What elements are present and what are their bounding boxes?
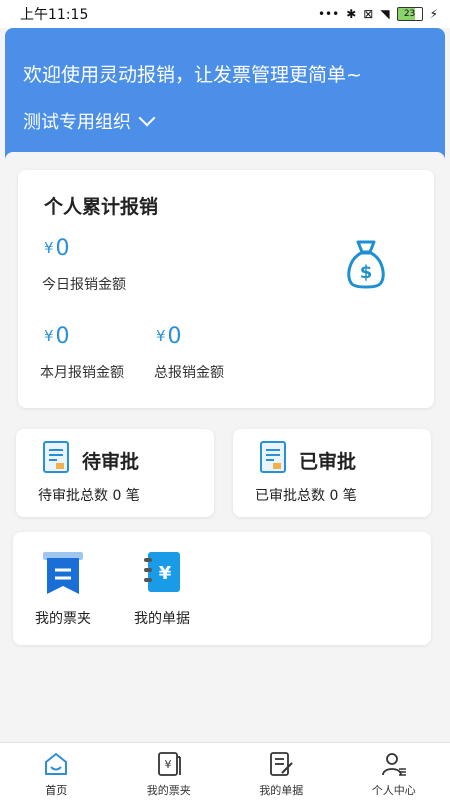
pending-approval-card[interactable]: 待审批 待审批总数 0 笔 bbox=[16, 429, 214, 517]
approved-card[interactable]: 已审批 已审批总数 0 笔 bbox=[233, 429, 431, 517]
document-yen-icon: ¥ bbox=[140, 550, 184, 596]
tab-label: 个人中心 bbox=[372, 782, 416, 798]
month-label: 本月报销金额 bbox=[40, 362, 124, 382]
tab-label: 首页 bbox=[45, 782, 67, 798]
org-selector[interactable]: 测试专用组织 bbox=[23, 108, 153, 134]
pending-doc-icon bbox=[43, 441, 69, 473]
tools-card: 我的票夹 ¥ 我的单据 bbox=[13, 532, 431, 645]
chevron-down-icon bbox=[139, 110, 156, 127]
wifi-icon: ◥ bbox=[380, 7, 389, 21]
pending-title: 待审批 bbox=[82, 447, 139, 474]
month-amount: ¥0 bbox=[44, 324, 70, 349]
currency-symbol: ¥ bbox=[44, 239, 54, 257]
receipt-icon: ¥ bbox=[156, 751, 182, 777]
svg-text:¥: ¥ bbox=[164, 758, 171, 771]
reimbursement-stats-card: 个人累计报销 ¥0 今日报销金额 ¥0 本月报销金额 ¥0 总报销金额 $ bbox=[18, 170, 434, 408]
edit-document-icon bbox=[268, 751, 294, 777]
receipt-folder-icon bbox=[41, 550, 85, 596]
user-icon bbox=[381, 751, 407, 777]
currency-symbol: ¥ bbox=[156, 327, 166, 345]
charging-icon: ⚡ bbox=[430, 7, 438, 21]
approved-doc-icon bbox=[260, 441, 286, 473]
tab-label: 我的票夹 bbox=[147, 782, 191, 798]
stats-title: 个人累计报销 bbox=[44, 192, 158, 219]
total-amount: ¥0 bbox=[156, 324, 182, 349]
tool-label: 我的票夹 bbox=[18, 608, 108, 628]
welcome-text: 欢迎使用灵动报销，让发票管理更简单~ bbox=[23, 60, 362, 87]
total-label: 总报销金额 bbox=[154, 362, 224, 382]
sim-icon: ⊠ bbox=[363, 7, 373, 21]
today-value: 0 bbox=[56, 236, 70, 261]
today-label: 今日报销金额 bbox=[42, 274, 126, 294]
bottom-tab-bar: 首页 ¥ 我的票夹 我的单据 个人中心 bbox=[0, 742, 450, 801]
battery-level: 23 bbox=[404, 10, 415, 19]
month-value: 0 bbox=[56, 324, 70, 349]
tab-home[interactable]: 首页 bbox=[0, 743, 113, 801]
tab-profile[interactable]: 个人中心 bbox=[338, 743, 450, 801]
status-bar: 上午11:15 ••• ✱ ⊠ ◥ 23 ⚡ bbox=[0, 0, 450, 28]
status-icons: ••• ✱ ⊠ ◥ 23 ⚡ bbox=[318, 7, 438, 21]
approved-title: 已审批 bbox=[299, 447, 356, 474]
tab-documents[interactable]: 我的单据 bbox=[225, 743, 338, 801]
tool-documents[interactable]: ¥ 我的单据 bbox=[117, 550, 207, 628]
battery-icon: 23 bbox=[397, 7, 423, 21]
today-amount: ¥0 bbox=[44, 236, 70, 261]
approved-count: 已审批总数 0 笔 bbox=[255, 485, 357, 505]
pending-count: 待审批总数 0 笔 bbox=[38, 485, 140, 505]
bluetooth-icon: ✱ bbox=[346, 7, 356, 21]
tool-receipt-folder[interactable]: 我的票夹 bbox=[18, 550, 108, 628]
status-time: 上午11:15 bbox=[20, 4, 88, 24]
money-bag-icon: $ bbox=[344, 238, 388, 290]
home-icon bbox=[43, 751, 69, 777]
svg-text:¥: ¥ bbox=[159, 563, 172, 584]
tool-label: 我的单据 bbox=[117, 608, 207, 628]
total-value: 0 bbox=[168, 324, 182, 349]
svg-text:$: $ bbox=[360, 262, 373, 283]
currency-symbol: ¥ bbox=[44, 327, 54, 345]
tab-label: 我的单据 bbox=[259, 782, 303, 798]
dots-icon: ••• bbox=[318, 7, 339, 21]
tab-receipts[interactable]: ¥ 我的票夹 bbox=[113, 743, 226, 801]
org-name: 测试专用组织 bbox=[23, 108, 131, 134]
